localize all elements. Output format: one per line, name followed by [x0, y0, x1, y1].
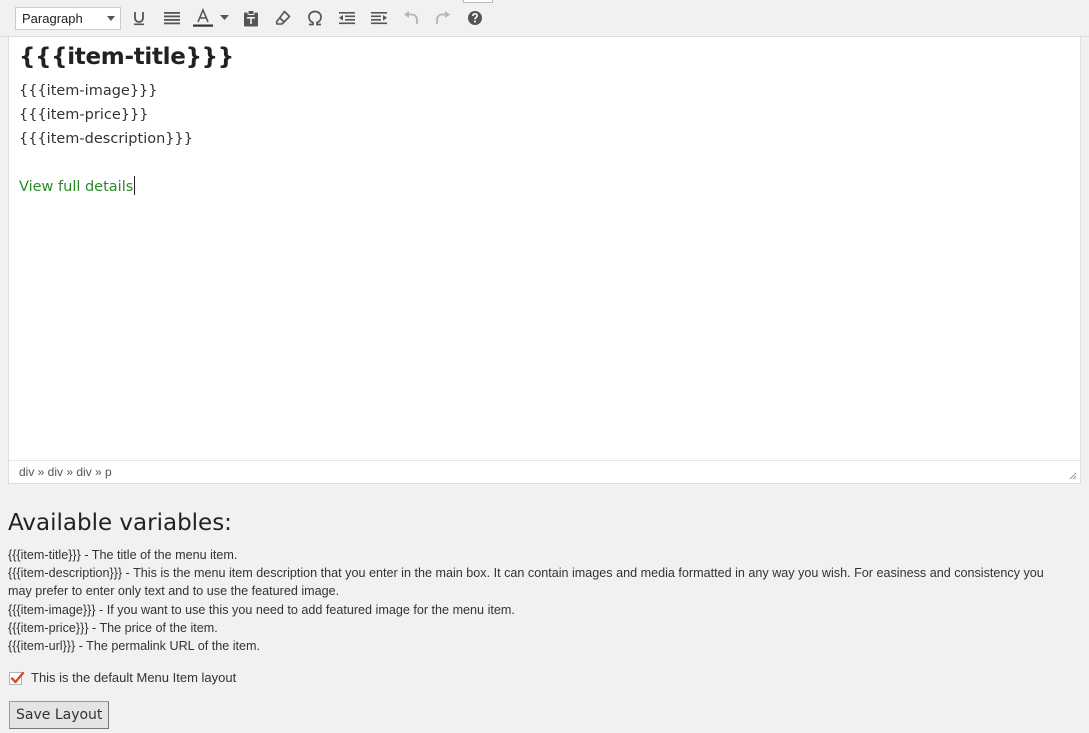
variable-item-description: {{{item-description}}} - This is the men… — [8, 566, 1044, 599]
chevron-down-icon — [107, 16, 115, 21]
special-character-button[interactable] — [303, 6, 327, 30]
justify-icon — [164, 12, 180, 25]
editor-line-description: {{{item-description}}} — [19, 131, 193, 147]
view-details-link-line: View full details — [19, 175, 1070, 199]
clear-formatting-icon — [275, 10, 291, 25]
special-character-icon — [308, 10, 322, 26]
editor-statusbar: div » div » div » p — [9, 460, 1080, 483]
help-icon — [468, 11, 482, 25]
toolbar-tab-stub — [463, 0, 493, 3]
underline-icon — [134, 12, 144, 26]
editor-toolbar: Paragraph — [1, 0, 1089, 37]
paste-text-button[interactable] — [239, 6, 263, 30]
variables-list: {{{item-title}}} - The title of the menu… — [8, 546, 1048, 655]
undo-icon — [404, 11, 418, 24]
resize-handle-icon[interactable] — [1069, 472, 1077, 480]
variable-item-title: {{{item-title}}} - The title of the menu… — [8, 548, 238, 562]
redo-button[interactable] — [431, 6, 455, 30]
format-select[interactable]: Paragraph — [15, 7, 121, 30]
element-path[interactable]: div » div » div » p — [19, 465, 112, 479]
help-button[interactable] — [463, 6, 487, 30]
variable-item-image: {{{item-image}}} - If you want to use th… — [8, 602, 515, 617]
editor-line-price: {{{item-price}}} — [19, 107, 149, 123]
text-cursor — [134, 176, 136, 195]
caret-down-icon — [219, 15, 229, 20]
view-details-link[interactable]: View full details — [19, 179, 133, 195]
rich-text-editor: Paragraph {{{item-title}}} {{{item-image… — [1, 0, 1089, 484]
indent-button[interactable] — [367, 6, 391, 30]
editor-content[interactable]: {{{item-title}}} {{{item-image}}} {{{ite… — [9, 37, 1080, 461]
underline-button[interactable] — [127, 6, 151, 30]
indent-icon — [371, 11, 387, 24]
text-color-icon — [193, 8, 213, 27]
variable-item-url: {{{item-url}}} - The permalink URL of th… — [8, 639, 260, 654]
outdent-button[interactable] — [335, 6, 359, 30]
format-select-value: Paragraph — [22, 11, 83, 26]
default-layout-checkbox[interactable] — [9, 671, 25, 685]
checkmark-icon — [10, 671, 25, 683]
default-layout-label[interactable]: This is the default Menu Item layout — [31, 670, 236, 685]
available-variables-title: Available variables: — [8, 510, 232, 536]
default-layout-row: This is the default Menu Item layout — [9, 670, 236, 685]
text-color-button[interactable] — [193, 6, 213, 30]
clear-formatting-button[interactable] — [271, 6, 295, 30]
paste-text-icon — [244, 9, 258, 26]
text-color-dropdown[interactable] — [217, 6, 231, 30]
justify-button[interactable] — [160, 6, 184, 30]
redo-icon — [436, 11, 450, 24]
editor-heading: {{{item-title}}} — [19, 44, 234, 70]
save-layout-button[interactable]: Save Layout — [9, 701, 110, 729]
outdent-icon — [339, 11, 355, 24]
editor-line-image: {{{item-image}}} — [19, 83, 158, 99]
undo-button[interactable] — [399, 6, 423, 30]
variable-item-price: {{{item-price}}} - The price of the item… — [8, 620, 218, 635]
